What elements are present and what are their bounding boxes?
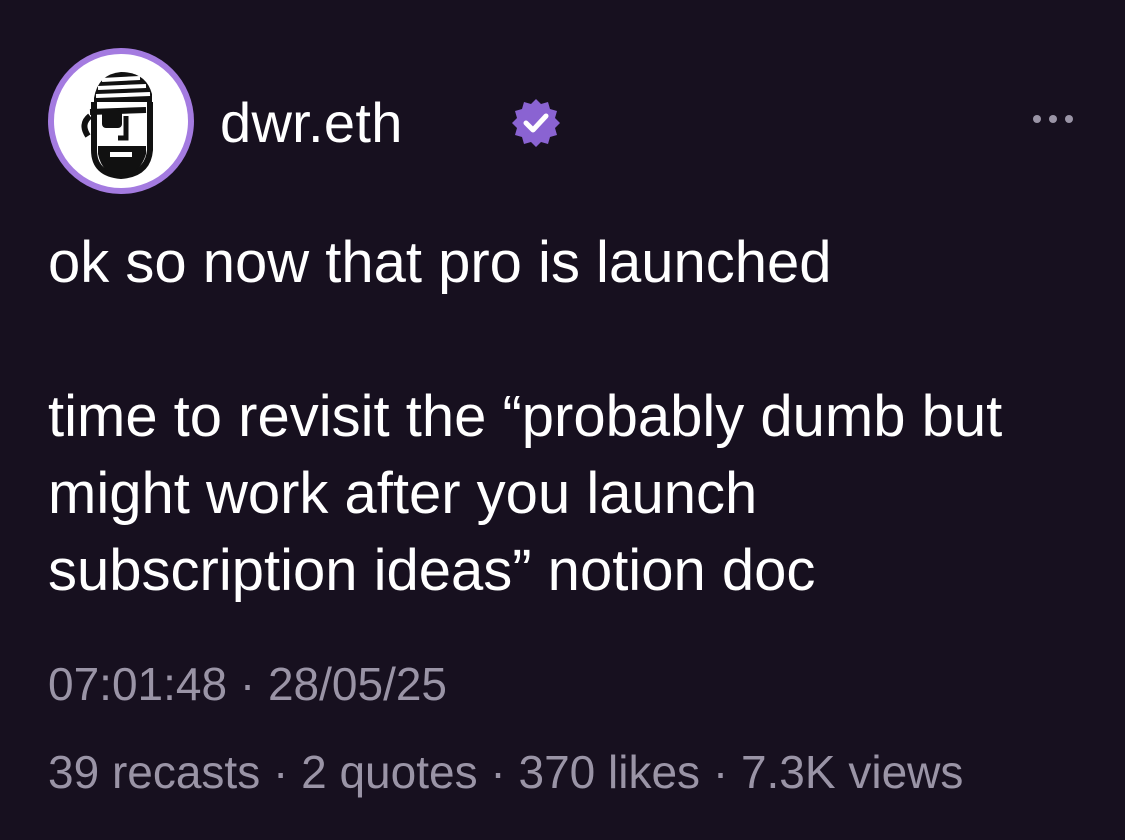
cast-stats: 39 recasts · 2 quotes · 370 likes · 7.3K… <box>48 744 963 800</box>
more-horizontal-icon[interactable] <box>1028 104 1078 134</box>
author-username[interactable]: dwr.eth <box>220 91 403 155</box>
likes-count[interactable]: 370 likes <box>518 746 700 798</box>
views-count: 7.3K views <box>740 746 964 798</box>
cast-header: dwr.eth <box>48 48 1078 194</box>
avatar[interactable] <box>48 48 194 194</box>
separator: · <box>260 746 302 798</box>
cast-timestamp: 07:01:48 · 28/05/25 <box>48 656 447 712</box>
separator: · <box>227 658 268 710</box>
cast-detail: dwr.eth ok so now that pro is launched t… <box>0 0 1125 840</box>
separator: · <box>477 746 519 798</box>
verified-badge-icon <box>512 99 560 147</box>
quotes-count[interactable]: 2 quotes <box>301 746 477 798</box>
cast-time: 07:01:48 <box>48 658 228 710</box>
cast-paragraph: ok so now that pro is launched <box>48 230 832 295</box>
cast-paragraph: time to revisit the “probably dumb but m… <box>48 384 1003 603</box>
recasts-count[interactable]: 39 recasts <box>48 746 260 798</box>
cast-date: 28/05/25 <box>267 658 448 710</box>
pirate-face-avatar-icon <box>54 54 188 188</box>
separator: · <box>700 746 741 798</box>
cast-body: ok so now that pro is launched time to r… <box>48 224 1088 609</box>
